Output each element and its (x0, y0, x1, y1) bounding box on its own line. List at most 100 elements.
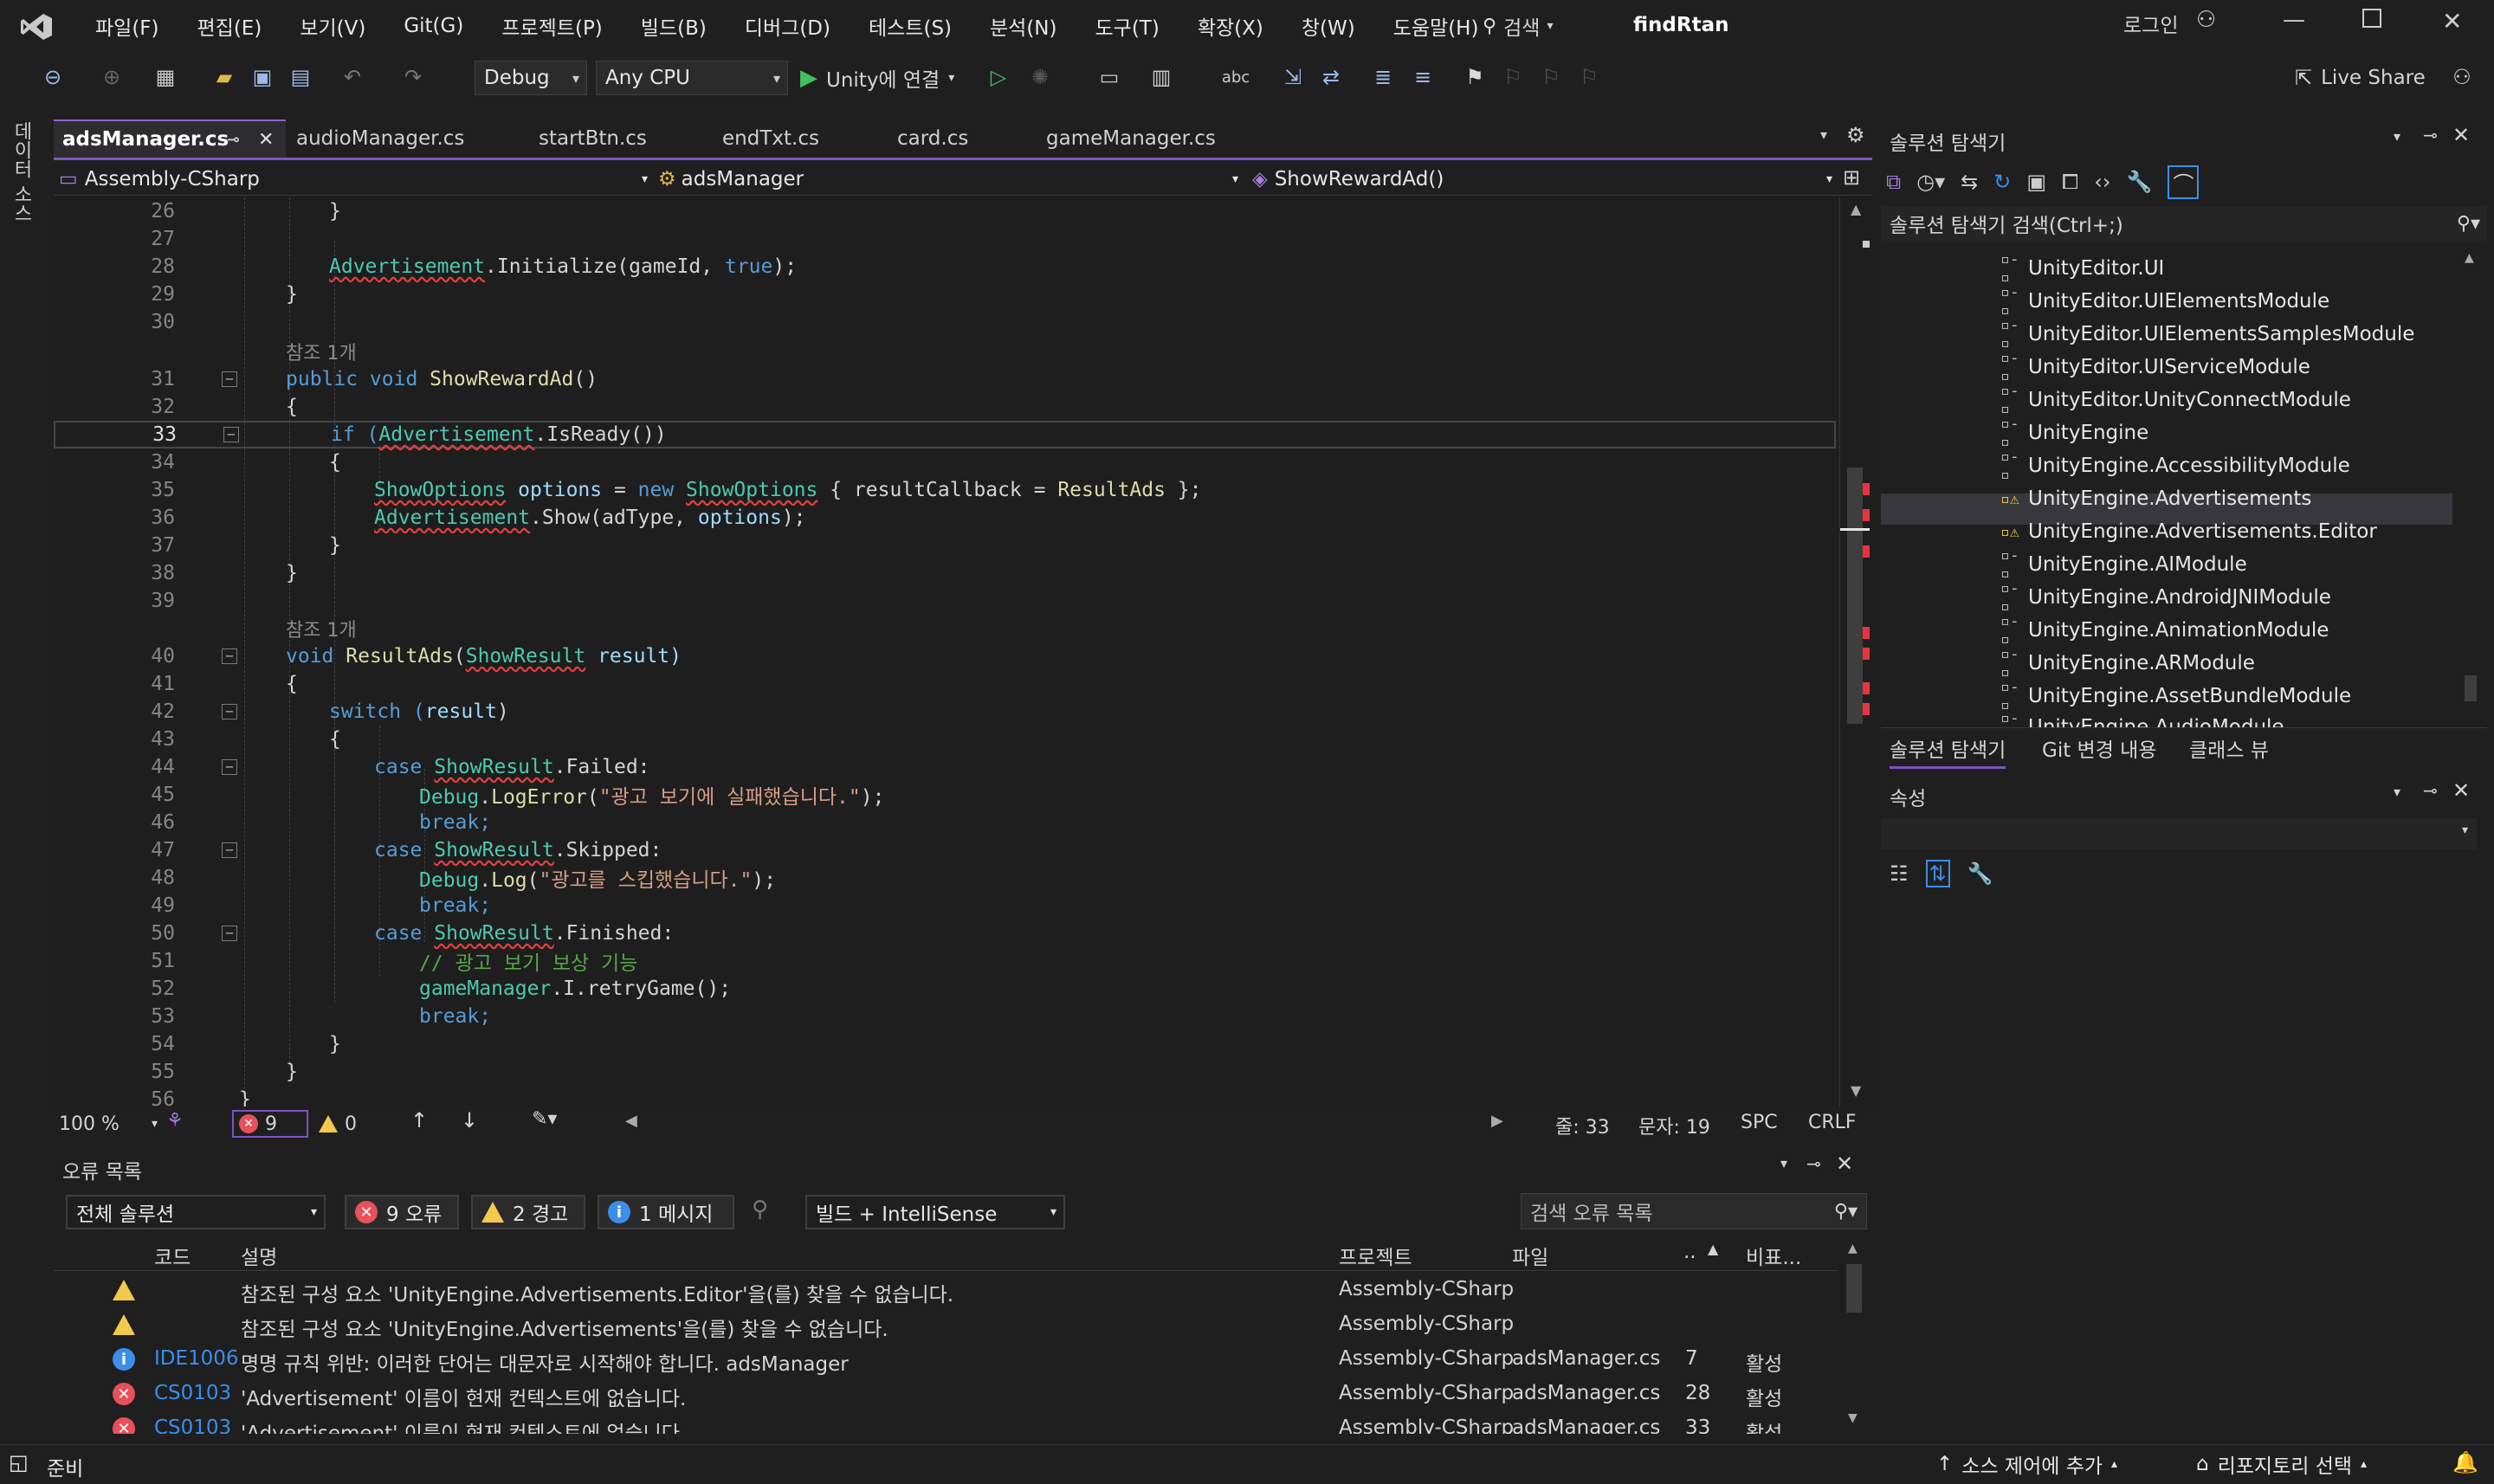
data-sources-tab[interactable]: 데이터 소스 (7, 121, 35, 223)
scroll-down-icon[interactable]: ▼ (1851, 1082, 1861, 1099)
close-panel-icon[interactable]: ✕ (1836, 1152, 1853, 1176)
menu-test[interactable]: 테스트(S) (850, 11, 971, 41)
output-icon[interactable]: ◱ (9, 1450, 29, 1474)
error-list-scrollbar[interactable]: ▲ ▼ (1839, 1238, 1870, 1434)
line-ending-indicator[interactable]: CRLF (1808, 1112, 1857, 1133)
collapse-icon[interactable]: − (222, 371, 237, 387)
tree-item[interactable]: ▫-▫ UnityEditor.UI (2000, 250, 2164, 287)
menu-window[interactable]: 창(W) (1283, 11, 1374, 41)
menu-git[interactable]: Git(G) (384, 15, 482, 37)
error-row[interactable]: i IDE1006 명명 규칙 위반: 이러한 단어는 대문자로 시작해야 합니… (54, 1342, 1838, 1377)
column-indicator[interactable]: 문자: 19 (1638, 1112, 1710, 1139)
scroll-up-icon[interactable]: ▲ (1848, 1242, 1858, 1255)
preview-icon[interactable]: ⌒ (2168, 165, 2200, 199)
platform-select[interactable]: Any CPU ▾ (596, 61, 788, 95)
tree-item[interactable]: ▫-▫ UnityEngine.AIModule (2000, 546, 2247, 583)
alphabetical-icon[interactable]: ⇅ (1925, 860, 1950, 887)
error-row[interactable]: 참조된 구성 요소 'UnityEngine.Advertisements.Ed… (54, 1273, 1838, 1307)
save-icon[interactable]: ▣ (248, 62, 277, 92)
pin-icon[interactable]: ⊸ (227, 131, 240, 149)
scroll-right-icon[interactable]: ▶ (1491, 1112, 1503, 1130)
filter-icon[interactable]: ⚲ (752, 1197, 768, 1223)
pin-icon[interactable]: ⊸ (1806, 1153, 1821, 1174)
undo-icon[interactable]: ↶ (338, 62, 367, 92)
col-suppression[interactable]: 비표... (1746, 1241, 1801, 1270)
scroll-left-icon[interactable]: ◀ (625, 1112, 637, 1130)
tree-item[interactable]: ▫-▫ UnityEngine.AssetBundleModule (2000, 678, 2351, 714)
col-file[interactable]: 파일 (1512, 1241, 1548, 1270)
close-panel-icon[interactable]: ✕ (2452, 778, 2470, 803)
wrench-icon[interactable]: 🔧 (1967, 861, 1993, 886)
collapse-icon[interactable]: − (222, 759, 237, 775)
tree-item[interactable]: ▫-▫ UnityEngine.ARModule (2000, 645, 2255, 681)
pin-icon[interactable]: ⊸ (2423, 125, 2438, 145)
select-repository-button[interactable]: ⌂ 리포지토리 선택 ▴ (2196, 1450, 2367, 1478)
col-project[interactable]: 프로젝트 (1339, 1241, 1412, 1270)
code-view-icon[interactable]: ‹› (2094, 170, 2110, 194)
solution-search-input[interactable]: 솔루션 탐색기 검색(Ctrl+;) ⚲▾ (1881, 206, 2487, 241)
redo-icon[interactable]: ↷ (398, 62, 428, 92)
notifications-icon[interactable]: 🔔 (2452, 1450, 2478, 1474)
close-tab-icon[interactable]: ✕ (258, 129, 274, 151)
error-code-link[interactable]: CS0103 (154, 1416, 231, 1434)
spell-check-icon[interactable]: abc (1221, 62, 1250, 92)
error-row[interactable]: ✕ CS0103 'Advertisement' 이름이 현재 컨텍스트에 없습… (54, 1411, 1838, 1434)
split-editor-icon[interactable]: ⊞ (1843, 165, 1860, 190)
tree-item[interactable]: ▫-▫ UnityEditor.UIElementsSamplesModule (2000, 316, 2414, 352)
collapse-icon[interactable]: − (223, 427, 239, 442)
menu-analyze[interactable]: 분석(N) (971, 11, 1076, 41)
refresh-icon[interactable]: ↻ (1993, 170, 2011, 194)
code-editor[interactable]: 26} 27 28 Advertisement.Initialize(gameId… (54, 197, 1838, 1107)
tree-item[interactable]: ▫-▫ UnityEngine (2000, 415, 2148, 451)
add-to-source-control-button[interactable]: ↑ 소스 제어에 추가 ▴ (1936, 1450, 2117, 1478)
gear-icon[interactable]: ⚙ (1846, 123, 1865, 147)
scroll-thumb[interactable] (1846, 1264, 1862, 1313)
scroll-up-icon[interactable]: ▲ (2465, 251, 2474, 265)
clear-bookmarks-icon[interactable]: ⚐ (1574, 62, 1604, 92)
browse-icon[interactable]: ▭ (1095, 62, 1124, 92)
open-folder-icon[interactable]: ▰ (210, 62, 239, 92)
visual-studio-logo-icon[interactable] (19, 12, 54, 42)
run-without-debug-icon[interactable]: ▷ (984, 62, 1013, 92)
tab-endtxt[interactable]: endTxt.cs (714, 119, 869, 158)
tab-gamemanager[interactable]: gameManager.cs (1037, 119, 1280, 158)
next-bookmark-icon[interactable]: ⚐ (1536, 62, 1566, 92)
switch-views-icon[interactable]: ⧉ (1886, 170, 1901, 194)
tab-audiomanager[interactable]: audioManager.cs (288, 119, 521, 158)
tab-solution-explorer[interactable]: 솔루션 탐색기 (1890, 733, 2006, 769)
arrow-up-icon[interactable]: ↑ (410, 1108, 428, 1132)
minimize-icon[interactable]: — (2283, 7, 2305, 33)
line-indicator[interactable]: 줄: 33 (1555, 1112, 1610, 1139)
collapse-all-icon[interactable]: ▣ (2026, 170, 2046, 194)
login-link[interactable]: 로그인 (2123, 9, 2178, 38)
prev-bookmark-icon[interactable]: ⚐ (1498, 62, 1528, 92)
step-into-icon[interactable]: ⇲ (1278, 62, 1308, 92)
scroll-up-icon[interactable]: ▲ (1851, 201, 1861, 217)
whitespace-indicator[interactable]: SPC (1741, 1112, 1778, 1133)
menu-extensions[interactable]: 확장(X) (1179, 11, 1283, 41)
panel-menu-icon[interactable]: ▾ (2394, 128, 2400, 145)
error-code-link[interactable]: CS0103 (154, 1382, 231, 1404)
history-icon[interactable]: ◷▾ (1916, 170, 1945, 194)
menu-debug[interactable]: 디버그(D) (726, 11, 850, 41)
global-search[interactable]: ⚲ 검색 ▾ (1483, 10, 1553, 42)
tab-adsmanager[interactable]: adsManager.cs ⊸ ✕ (54, 119, 286, 158)
error-row[interactable]: ✕ CS0103 'Advertisement' 이름이 현재 컨텍스트에 없습… (54, 1377, 1838, 1411)
panel-menu-icon[interactable]: ▾ (2394, 784, 2400, 800)
categorized-icon[interactable]: ☷ (1890, 861, 1909, 886)
sync-icon[interactable]: ⇆ (1961, 170, 1978, 194)
build-source-select[interactable]: 빌드 + IntelliSense ▾ (805, 1195, 1065, 1229)
col-line[interactable]: .. (1683, 1241, 1696, 1270)
collapse-icon[interactable]: − (222, 704, 237, 719)
indent-icon[interactable]: ≣ (1368, 62, 1398, 92)
messages-filter-button[interactable]: i 1 메시지 (598, 1195, 734, 1229)
tree-item[interactable]: ▫-▫ UnityEditor.UIServiceModule (2000, 349, 2310, 385)
collapse-icon[interactable]: − (222, 842, 237, 858)
bookmark-icon[interactable]: ⚑ (1460, 62, 1489, 92)
member-dropdown[interactable]: ◈ ShowRewardAd() ▾ (1252, 164, 1832, 195)
scroll-thumb[interactable] (2465, 675, 2477, 701)
tab-git-changes[interactable]: Git 변경 내용 (2042, 733, 2157, 763)
layout-icon[interactable]: ▥ (1147, 62, 1176, 92)
menu-view[interactable]: 보기(V) (281, 11, 384, 41)
menu-build[interactable]: 빌드(B) (622, 11, 726, 41)
